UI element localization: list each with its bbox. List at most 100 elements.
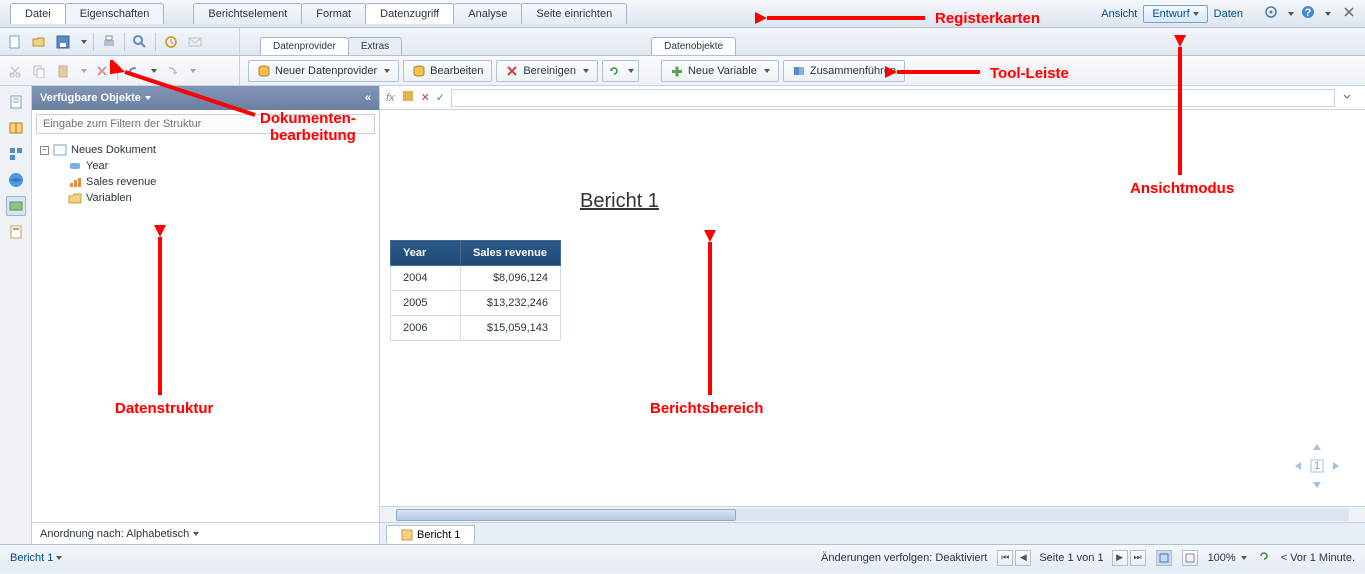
edit-toolbar — [0, 56, 240, 85]
rail-props-icon[interactable] — [6, 222, 26, 242]
refresh-status-icon[interactable] — [1257, 549, 1271, 566]
open-icon[interactable] — [30, 33, 48, 51]
col-sales[interactable]: Sales revenue — [461, 241, 561, 266]
page-nav-widget[interactable]: 1 — [1289, 438, 1345, 494]
status-doc[interactable]: Bericht 1 — [10, 552, 62, 564]
last-page-icon[interactable]: ⏭ — [1130, 550, 1146, 566]
subtab-datenobjekte[interactable]: Datenobjekte — [651, 37, 736, 55]
redo-icon[interactable] — [163, 62, 181, 80]
file-toolbar — [0, 28, 240, 55]
panel-title: Verfügbare Objekte — [40, 92, 141, 104]
tree-year[interactable]: Year — [40, 158, 371, 174]
status-bar: Bericht 1 Änderungen verfolgen: Deaktivi… — [0, 544, 1365, 570]
refresh-button[interactable] — [602, 60, 639, 82]
page-indicator: Seite 1 von 1 — [1033, 552, 1109, 564]
content: Verfügbare Objekte « − Neues Dokument Ye… — [0, 86, 1365, 544]
prev-page-icon[interactable]: ◀ — [1015, 550, 1031, 566]
cell[interactable]: $8,096,124 — [461, 266, 561, 291]
panel-header: Verfügbare Objekte « — [32, 86, 379, 110]
status-time: < Vor 1 Minute. — [1281, 552, 1355, 564]
report-tabs: Bericht 1 — [380, 522, 1365, 544]
view-ansicht[interactable]: Ansicht — [1101, 8, 1137, 20]
tab-datenzugriff[interactable]: Datenzugriff — [365, 3, 454, 24]
formula-input[interactable] — [451, 89, 1335, 107]
sub-tabs: Datenprovider Extras Datenobjekte — [240, 28, 1365, 55]
delete-icon[interactable] — [93, 62, 111, 80]
view-daten[interactable]: Daten — [1214, 8, 1243, 20]
tab-seite-einrichten[interactable]: Seite einrichten — [521, 3, 627, 24]
rail-map-icon[interactable] — [6, 118, 26, 138]
next-page-icon[interactable]: ▶ — [1112, 550, 1128, 566]
help-icon[interactable]: ? — [1300, 4, 1316, 23]
cell[interactable]: 2005 — [391, 291, 461, 316]
view-controls: Ansicht Entwurf Daten ? — [1101, 4, 1355, 23]
find-icon[interactable] — [131, 33, 149, 51]
h-scrollbar[interactable] — [380, 506, 1365, 522]
tab-format[interactable]: Format — [301, 3, 366, 24]
edit-button[interactable]: Bearbeiten — [403, 60, 492, 82]
mail-icon[interactable] — [186, 33, 204, 51]
subtab-datenprovider[interactable]: Datenprovider — [260, 37, 349, 55]
rail-filter-icon[interactable] — [6, 144, 26, 164]
fx-icon[interactable]: fx — [386, 92, 395, 104]
tree-vars[interactable]: Variablen — [40, 190, 371, 206]
formula-bar: fx ✕ ✓ — [380, 86, 1365, 110]
cell[interactable]: 2006 — [391, 316, 461, 341]
merge-button[interactable]: Zusammenführen — [783, 60, 905, 82]
cut-icon[interactable] — [6, 62, 24, 80]
paste-icon[interactable] — [54, 62, 72, 80]
cell[interactable]: $15,059,143 — [461, 316, 561, 341]
fit-page-icon[interactable] — [1156, 550, 1172, 566]
report-area: fx ✕ ✓ Bericht 1 Year Sales revenue 2004… — [380, 86, 1365, 544]
filter-input[interactable] — [36, 114, 375, 134]
fx-wizard-icon[interactable] — [401, 89, 415, 106]
tree-root[interactable]: − Neues Dokument — [40, 142, 371, 158]
page-nav: ⏮ ◀ Seite 1 von 1 ▶ ⏭ — [997, 550, 1145, 566]
expand-icon[interactable] — [1341, 90, 1359, 105]
tab-eigenschaften[interactable]: Eigenschaften — [65, 3, 165, 24]
tab-analyse[interactable]: Analyse — [453, 3, 522, 24]
undo-icon[interactable] — [124, 62, 142, 80]
main-tabs: Berichtselement Format Datenzugriff Anal… — [193, 3, 1101, 24]
subtab-extras[interactable]: Extras — [348, 37, 402, 55]
icon-rail — [0, 86, 32, 544]
fit-width-icon[interactable] — [1182, 550, 1198, 566]
col-year[interactable]: Year — [391, 241, 461, 266]
zoom-control[interactable]: 100% — [1208, 552, 1247, 564]
gear-icon[interactable] — [1263, 4, 1279, 23]
save-icon[interactable] — [54, 33, 72, 51]
cell[interactable]: $13,232,246 — [461, 291, 561, 316]
view-entwurf[interactable]: Entwurf — [1143, 5, 1207, 23]
report-canvas[interactable]: Bericht 1 Year Sales revenue 2004$8,096,… — [380, 110, 1365, 506]
new-variable-button[interactable]: Neue Variable — [661, 60, 779, 82]
svg-text:1: 1 — [1314, 460, 1320, 472]
file-tabs: Datei Eigenschaften — [10, 3, 163, 24]
first-page-icon[interactable]: ⏮ — [997, 550, 1013, 566]
rail-globe-icon[interactable] — [6, 170, 26, 190]
fx-ok-icon[interactable]: ✓ — [436, 91, 445, 104]
rail-objects-icon[interactable] — [6, 196, 26, 216]
rail-document-icon[interactable] — [6, 92, 26, 112]
tree-sales[interactable]: Sales revenue — [40, 174, 371, 190]
panel-footer[interactable]: Anordnung nach: Alphabetisch — [32, 522, 379, 544]
collapse-toggle-icon[interactable]: − — [40, 146, 49, 155]
tool-bar: Neuer Datenprovider Bearbeiten Bereinige… — [0, 56, 1365, 86]
collapse-icon[interactable]: « — [365, 92, 371, 104]
status-tracking[interactable]: Änderungen verfolgen: Deaktiviert — [821, 552, 987, 564]
new-dataprovider-button[interactable]: Neuer Datenprovider — [248, 60, 399, 82]
print-icon[interactable] — [100, 33, 118, 51]
purge-button[interactable]: Bereinigen — [496, 60, 598, 82]
history-icon[interactable] — [162, 33, 180, 51]
new-icon[interactable] — [6, 33, 24, 51]
copy-icon[interactable] — [30, 62, 48, 80]
report-table[interactable]: Year Sales revenue 2004$8,096,124 2005$1… — [390, 240, 561, 341]
cell[interactable]: 2004 — [391, 266, 461, 291]
report-tab-1[interactable]: Bericht 1 — [386, 525, 475, 544]
tab-berichtselement[interactable]: Berichtselement — [193, 3, 302, 24]
fx-cancel-icon[interactable]: ✕ — [421, 91, 430, 104]
close-icon[interactable] — [1343, 6, 1355, 21]
side-panel: Verfügbare Objekte « − Neues Dokument Ye… — [32, 86, 380, 544]
report-title[interactable]: Bericht 1 — [580, 190, 659, 213]
tab-datei[interactable]: Datei — [10, 3, 66, 24]
data-tools: Neuer Datenprovider Bearbeiten Bereinige… — [240, 56, 1365, 85]
